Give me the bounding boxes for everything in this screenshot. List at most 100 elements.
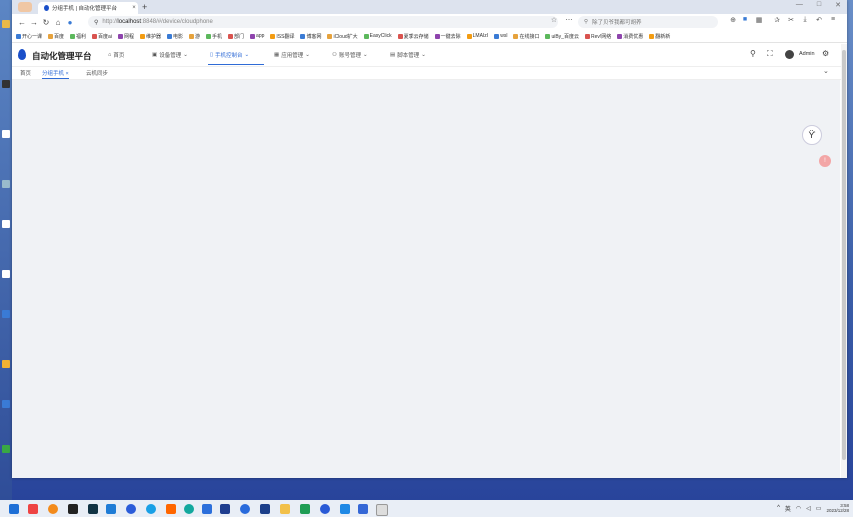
bookmark-item[interactable]: 在线接口 bbox=[513, 33, 539, 40]
maximize-icon[interactable]: □ bbox=[817, 1, 821, 9]
bookmark-item[interactable]: 开心一课 bbox=[16, 33, 42, 40]
menu-device-management[interactable]: ▣ 设备管理 ⌄ bbox=[152, 51, 188, 59]
bookmark-item[interactable]: 百度 bbox=[48, 33, 64, 40]
app-icon[interactable] bbox=[88, 504, 98, 514]
menu-icon[interactable]: ≡ bbox=[828, 16, 838, 27]
bookmark-item[interactable]: Rev!网络 bbox=[584, 33, 611, 40]
app-icon[interactable] bbox=[376, 504, 388, 516]
bookmark-item[interactable]: app bbox=[250, 33, 264, 39]
scrollbar[interactable] bbox=[841, 44, 847, 478]
refresh-icon[interactable]: ↻ bbox=[40, 18, 52, 27]
tools-icon[interactable]: ✂ bbox=[786, 16, 796, 27]
tag-group-phone[interactable]: 分组手机 × bbox=[42, 69, 69, 79]
app-icon[interactable] bbox=[220, 504, 230, 514]
bookmark-item[interactable]: 博客网 bbox=[300, 33, 321, 40]
desktop-icon[interactable] bbox=[2, 130, 10, 138]
bookmark-item[interactable]: EasyClick bbox=[363, 33, 392, 39]
desktop-icon[interactable] bbox=[2, 80, 10, 88]
fullscreen-icon[interactable]: ⛶ bbox=[767, 49, 773, 59]
new-tab-button[interactable]: + bbox=[142, 2, 147, 12]
app-icon[interactable] bbox=[68, 504, 78, 514]
menu-app-management[interactable]: ▦ 应用管理 ⌄ bbox=[274, 51, 310, 59]
avatar[interactable] bbox=[785, 50, 794, 59]
folder-icon[interactable] bbox=[280, 504, 290, 514]
bookmark-item[interactable]: LMAIzI bbox=[466, 33, 488, 39]
app-icon[interactable] bbox=[340, 504, 350, 514]
chevron-up-icon[interactable]: ^ bbox=[777, 505, 780, 511]
app-icon[interactable] bbox=[146, 504, 156, 514]
start-icon[interactable] bbox=[9, 504, 19, 514]
input-language[interactable]: 英 bbox=[785, 504, 791, 513]
close-window-icon[interactable]: ✕ bbox=[835, 1, 841, 9]
desktop-icon[interactable] bbox=[2, 310, 10, 318]
apps-icon[interactable]: ▦ bbox=[754, 16, 764, 27]
tag-home[interactable]: 首页 bbox=[20, 69, 31, 77]
menu-account-management[interactable]: ⚇ 账号管理 ⌄ bbox=[332, 51, 368, 59]
desktop-icon[interactable] bbox=[2, 360, 10, 368]
undo-icon[interactable]: ↶ bbox=[814, 16, 824, 27]
edge-icon[interactable] bbox=[184, 504, 194, 514]
app-icon[interactable] bbox=[260, 504, 270, 514]
home-icon[interactable]: ⌂ bbox=[52, 18, 64, 27]
app-icon[interactable] bbox=[166, 504, 176, 514]
bookmark-item[interactable]: wsl bbox=[494, 33, 507, 39]
bookmark-item[interactable]: 游 bbox=[189, 33, 200, 40]
bookmark-item[interactable]: 一键去除 bbox=[434, 33, 461, 40]
address-bar[interactable]: ⚲ http://localhost:8848/#/device/cloudph… bbox=[88, 16, 558, 28]
profile-avatar[interactable] bbox=[18, 2, 32, 12]
scrollbar-thumb[interactable] bbox=[842, 50, 846, 460]
extension-icon[interactable]: ● bbox=[64, 18, 76, 27]
menu-home[interactable]: ⌂ 首页 bbox=[108, 51, 124, 59]
search-box[interactable]: ⚲ 除了贝爷我都可胡养 bbox=[578, 16, 718, 28]
bookmark-item[interactable]: 电影 bbox=[166, 33, 183, 40]
menu-script-management[interactable]: ▤ 脚本管理 ⌄ bbox=[390, 51, 426, 59]
app-icon[interactable] bbox=[300, 504, 310, 514]
bookmark-item[interactable]: 翻新新 bbox=[649, 33, 670, 40]
vscode-icon[interactable] bbox=[106, 504, 116, 514]
minimize-icon[interactable]: — bbox=[796, 1, 803, 9]
bookmark-item[interactable]: 百度ai bbox=[92, 33, 112, 40]
browser-tab[interactable]: 分组手机 | 自动化管理平台 × bbox=[38, 2, 138, 14]
bookmark-item[interactable]: 夏季云存储 bbox=[397, 33, 429, 40]
assistant-float-button[interactable]: ϔ bbox=[802, 125, 822, 145]
clock[interactable]: 3:58 2023/12/28 bbox=[826, 503, 849, 513]
battery-icon[interactable]: ▭ bbox=[816, 505, 822, 512]
chevron-down-icon[interactable]: ⌄ bbox=[823, 67, 829, 75]
app-icon[interactable] bbox=[240, 504, 250, 514]
app-icon[interactable] bbox=[358, 504, 368, 514]
app-icon[interactable] bbox=[202, 504, 212, 514]
gear-icon[interactable]: ⚙ bbox=[822, 49, 829, 58]
bookmark-item[interactable]: uiBy_百度云 bbox=[545, 33, 579, 40]
menu-phone-console[interactable]: ▯ 手机控制台 ⌄ bbox=[210, 51, 249, 59]
app-icon[interactable] bbox=[126, 504, 136, 514]
desktop-icon[interactable] bbox=[2, 220, 10, 228]
back-icon[interactable]: ← bbox=[16, 18, 28, 27]
user-name[interactable]: Admin bbox=[799, 51, 815, 57]
desktop-icon[interactable] bbox=[2, 180, 10, 188]
extension-icon[interactable]: ■ bbox=[740, 16, 750, 27]
bookmark-item[interactable]: iCloud扩大 bbox=[327, 33, 358, 40]
app-icon[interactable] bbox=[48, 504, 58, 514]
bookmark-item[interactable]: 维护器 bbox=[139, 33, 161, 40]
desktop-icon[interactable] bbox=[2, 270, 10, 278]
notification-float-button[interactable]: ! bbox=[819, 155, 831, 167]
bookmark-item[interactable]: 福利 bbox=[70, 33, 86, 40]
bookmark-item[interactable]: 部门 bbox=[228, 33, 244, 40]
bookmark-item[interactable]: 网程 bbox=[117, 33, 134, 40]
favorites-icon[interactable]: ✰ bbox=[772, 16, 782, 27]
tag-cloud-sync[interactable]: 云机同步 bbox=[86, 69, 108, 77]
translate-icon[interactable]: ⊕ bbox=[728, 16, 738, 27]
download-icon[interactable]: ⤓ bbox=[800, 16, 810, 27]
search-icon[interactable]: ⚲ bbox=[750, 49, 756, 58]
wifi-icon[interactable]: ◠ bbox=[796, 505, 801, 512]
more-icon[interactable]: ⋯ bbox=[564, 16, 574, 27]
bookmark-item[interactable]: 手机 bbox=[206, 33, 222, 40]
app-icon[interactable] bbox=[320, 504, 330, 514]
bookmark-item[interactable]: 消费优惠 bbox=[617, 33, 643, 40]
bookmark-item[interactable]: ISS翻译 bbox=[270, 33, 294, 40]
desktop-icon[interactable] bbox=[2, 445, 10, 453]
close-tab-icon[interactable]: × bbox=[130, 5, 138, 11]
forward-icon[interactable]: → bbox=[28, 18, 40, 27]
volume-icon[interactable]: ◁ bbox=[806, 505, 811, 512]
desktop-icon[interactable] bbox=[2, 20, 10, 28]
